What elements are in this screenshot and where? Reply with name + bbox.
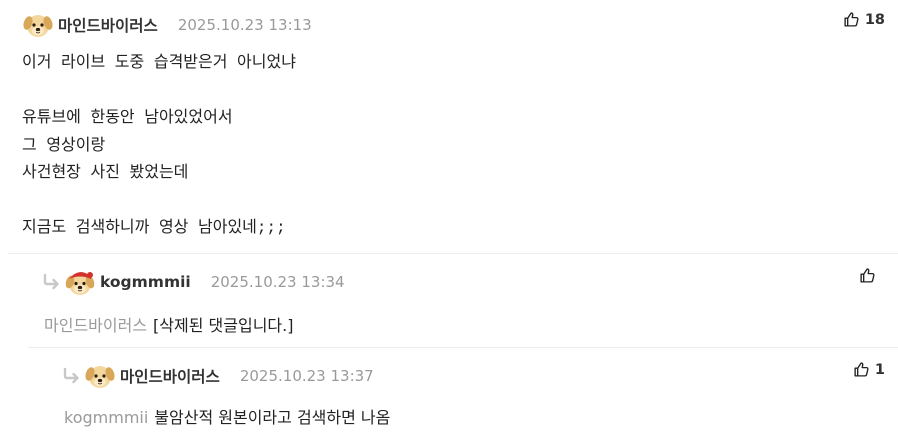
reply-arrow-icon bbox=[42, 272, 62, 292]
mention-link[interactable]: kogmmmii bbox=[64, 408, 148, 427]
comment-date: 2025.10.23 13:37 bbox=[239, 367, 374, 385]
reply-item: kogmmmii 2025.10.23 13:34 마인드바이러스 [삭제된 댓글… bbox=[8, 253, 898, 347]
like-count: 18 bbox=[864, 11, 885, 28]
thumbs-up-icon bbox=[843, 11, 860, 28]
like-button[interactable]: 18 bbox=[843, 11, 885, 28]
comment-author[interactable]: 마인드바이러스 bbox=[58, 14, 158, 36]
comment-author[interactable]: kogmmmii bbox=[100, 273, 191, 291]
comment-date: 2025.10.23 13:13 bbox=[177, 16, 312, 34]
comment-header: 마인드바이러스 2025.10.23 13:13 bbox=[22, 9, 312, 41]
mention-link[interactable]: 마인드바이러스 bbox=[44, 316, 147, 335]
comment-header: kogmmmii 2025.10.23 13:34 bbox=[42, 266, 345, 298]
comment-author[interactable]: 마인드바이러스 bbox=[120, 365, 220, 387]
reply-arrow-icon bbox=[62, 366, 82, 386]
puppy-avatar-icon[interactable] bbox=[22, 9, 54, 41]
reply-item: 마인드바이러스 2025.10.23 13:37 1 kogmmmii 불암산적 … bbox=[28, 347, 898, 436]
reply-text: 불암산적 원본이라고 검색하면 나옴 bbox=[154, 408, 391, 427]
like-count: 1 bbox=[874, 361, 885, 378]
reply-text: [삭제된 댓글입니다.] bbox=[153, 316, 294, 335]
reply-body: 마인드바이러스 [삭제된 댓글입니다.] bbox=[44, 312, 293, 336]
red-hat-puppy-avatar-icon[interactable] bbox=[64, 266, 96, 298]
comment-body: 이거 라이브 도중 습격받은거 아니었냐 유튜브에 한동안 남아있었어서 그 영… bbox=[22, 54, 296, 237]
reply-body: kogmmmii 불암산적 원본이라고 검색하면 나옴 bbox=[64, 404, 390, 428]
like-button[interactable] bbox=[859, 267, 881, 284]
thumbs-up-icon bbox=[853, 361, 870, 378]
comment-date: 2025.10.23 13:34 bbox=[210, 273, 345, 291]
puppy-avatar-icon[interactable] bbox=[84, 360, 116, 392]
comment-item: 마인드바이러스 2025.10.23 13:13 18 이거 라이브 도중 습격… bbox=[0, 0, 898, 252]
thumbs-up-icon bbox=[859, 267, 876, 284]
like-button[interactable]: 1 bbox=[853, 361, 885, 378]
comment-header: 마인드바이러스 2025.10.23 13:37 bbox=[62, 360, 374, 392]
